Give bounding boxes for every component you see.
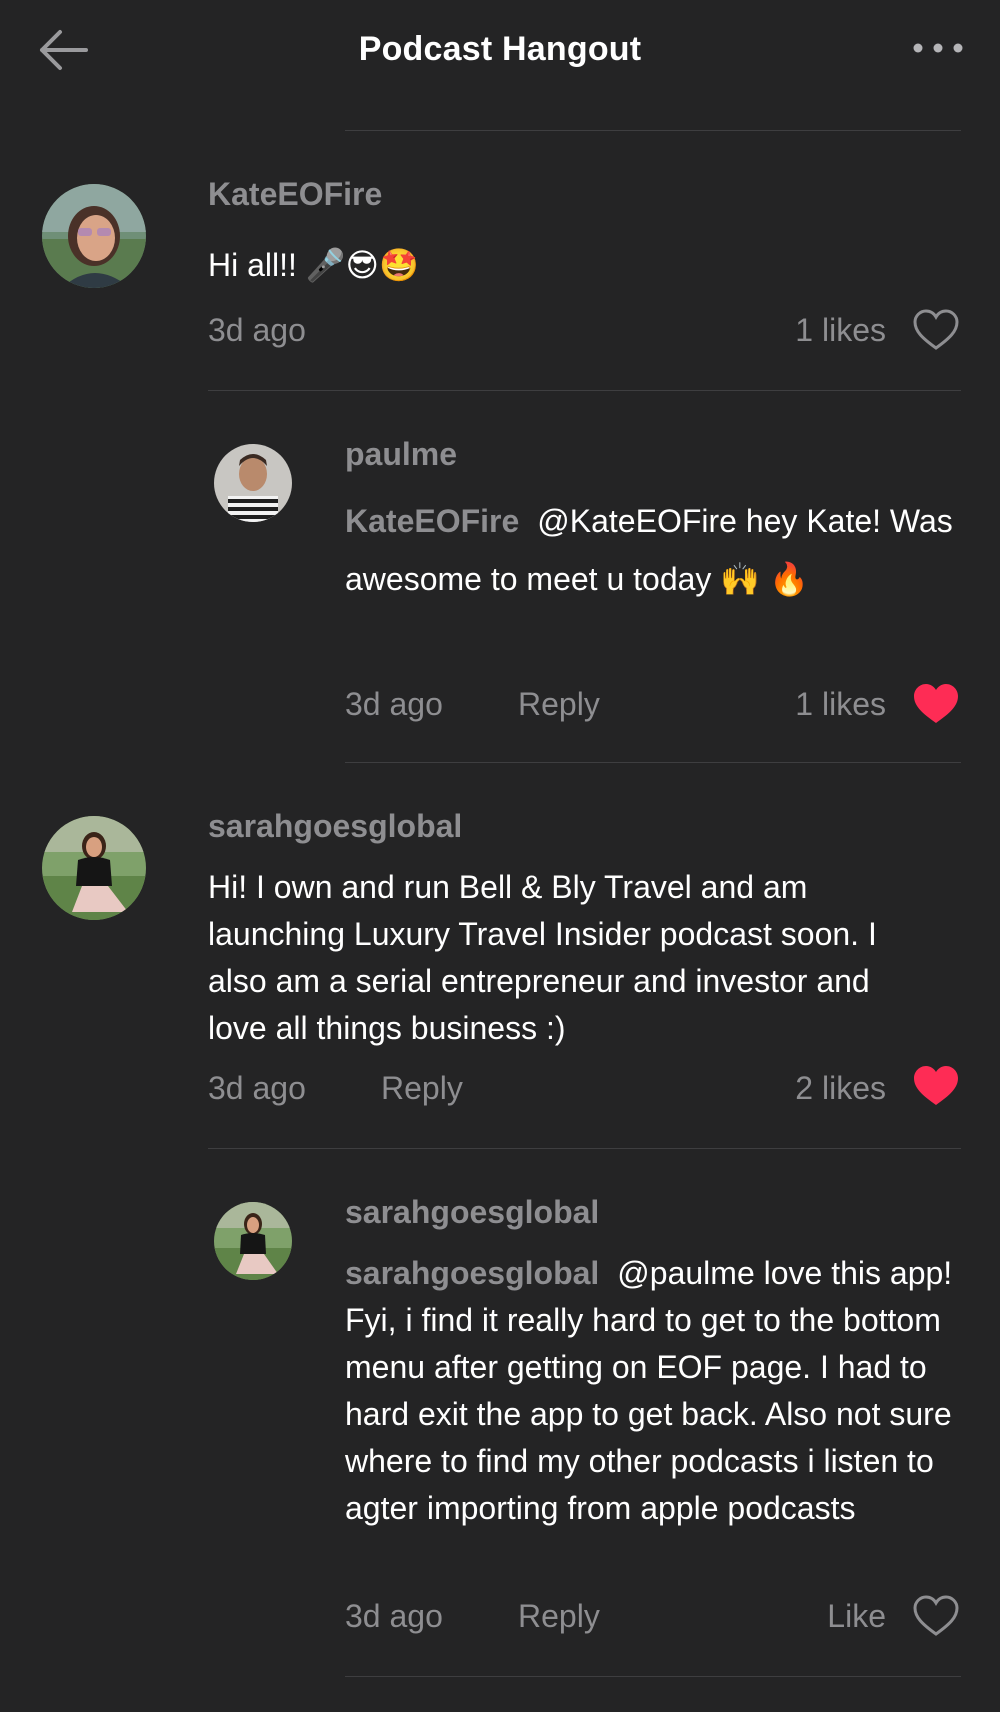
like-button[interactable] [912,308,960,352]
comment-timestamp: 3d ago [345,686,443,722]
comment-username[interactable]: paulme [345,436,457,473]
divider [208,390,961,391]
divider [208,1148,961,1149]
avatar-photo [214,444,292,522]
reply-to-username[interactable]: KateEOFire [345,503,519,539]
avatar[interactable] [214,1202,292,1280]
reply-to-username[interactable]: sarahgoesglobal [345,1255,599,1291]
comment-timestamp: 3d ago [208,312,306,348]
page-title: Podcast Hangout [358,30,642,68]
like-button[interactable] [912,1594,960,1638]
reply-button[interactable]: Reply [518,1598,600,1635]
divider [345,130,961,131]
avatar-photo [42,184,146,288]
more-horizontal-icon [913,43,963,53]
like-button[interactable] [912,1064,960,1108]
comment-username[interactable]: KateEOFire [208,176,382,213]
more-button[interactable] [910,30,966,66]
like-count: 2 likes [795,1070,886,1106]
like-count: 1 likes [795,312,886,348]
avatar[interactable] [42,816,146,920]
divider [345,762,961,763]
comment-text: Hi! I own and run Bell & Bly Travel and … [208,869,877,1046]
comment-text: Hi all!! 🎤😎🤩 [208,247,419,283]
heart-filled-icon [914,684,958,723]
like-label[interactable]: Like [827,1598,886,1635]
avatar[interactable] [42,184,146,288]
comments-screen: Podcast Hangout KateEOFire Hi all!! 🎤😎🤩 … [0,0,1000,1712]
header: Podcast Hangout [0,0,1000,100]
avatar-photo [42,816,146,920]
comment-text: sarahgoesglobal @paulme love this app! Fy… [345,1255,953,1526]
reply-button[interactable]: Reply [381,1070,463,1107]
heart-filled-icon [914,1066,958,1105]
heart-outline-icon [913,309,959,350]
like-button[interactable] [912,682,960,726]
like-count: 1 likes [795,686,886,722]
reply-button[interactable]: Reply [518,686,600,723]
comment-timestamp: 3d ago [208,1070,306,1106]
avatar[interactable] [214,444,292,522]
comment-username[interactable]: sarahgoesglobal [208,808,462,845]
divider [345,1676,961,1677]
heart-outline-icon [913,1595,959,1636]
comment-text: KateEOFire @KateEOFire hey Kate! Was awes… [345,503,953,597]
avatar-photo [214,1202,292,1280]
comment-timestamp: 3d ago [345,1598,443,1634]
comment-username[interactable]: sarahgoesglobal [345,1194,599,1231]
